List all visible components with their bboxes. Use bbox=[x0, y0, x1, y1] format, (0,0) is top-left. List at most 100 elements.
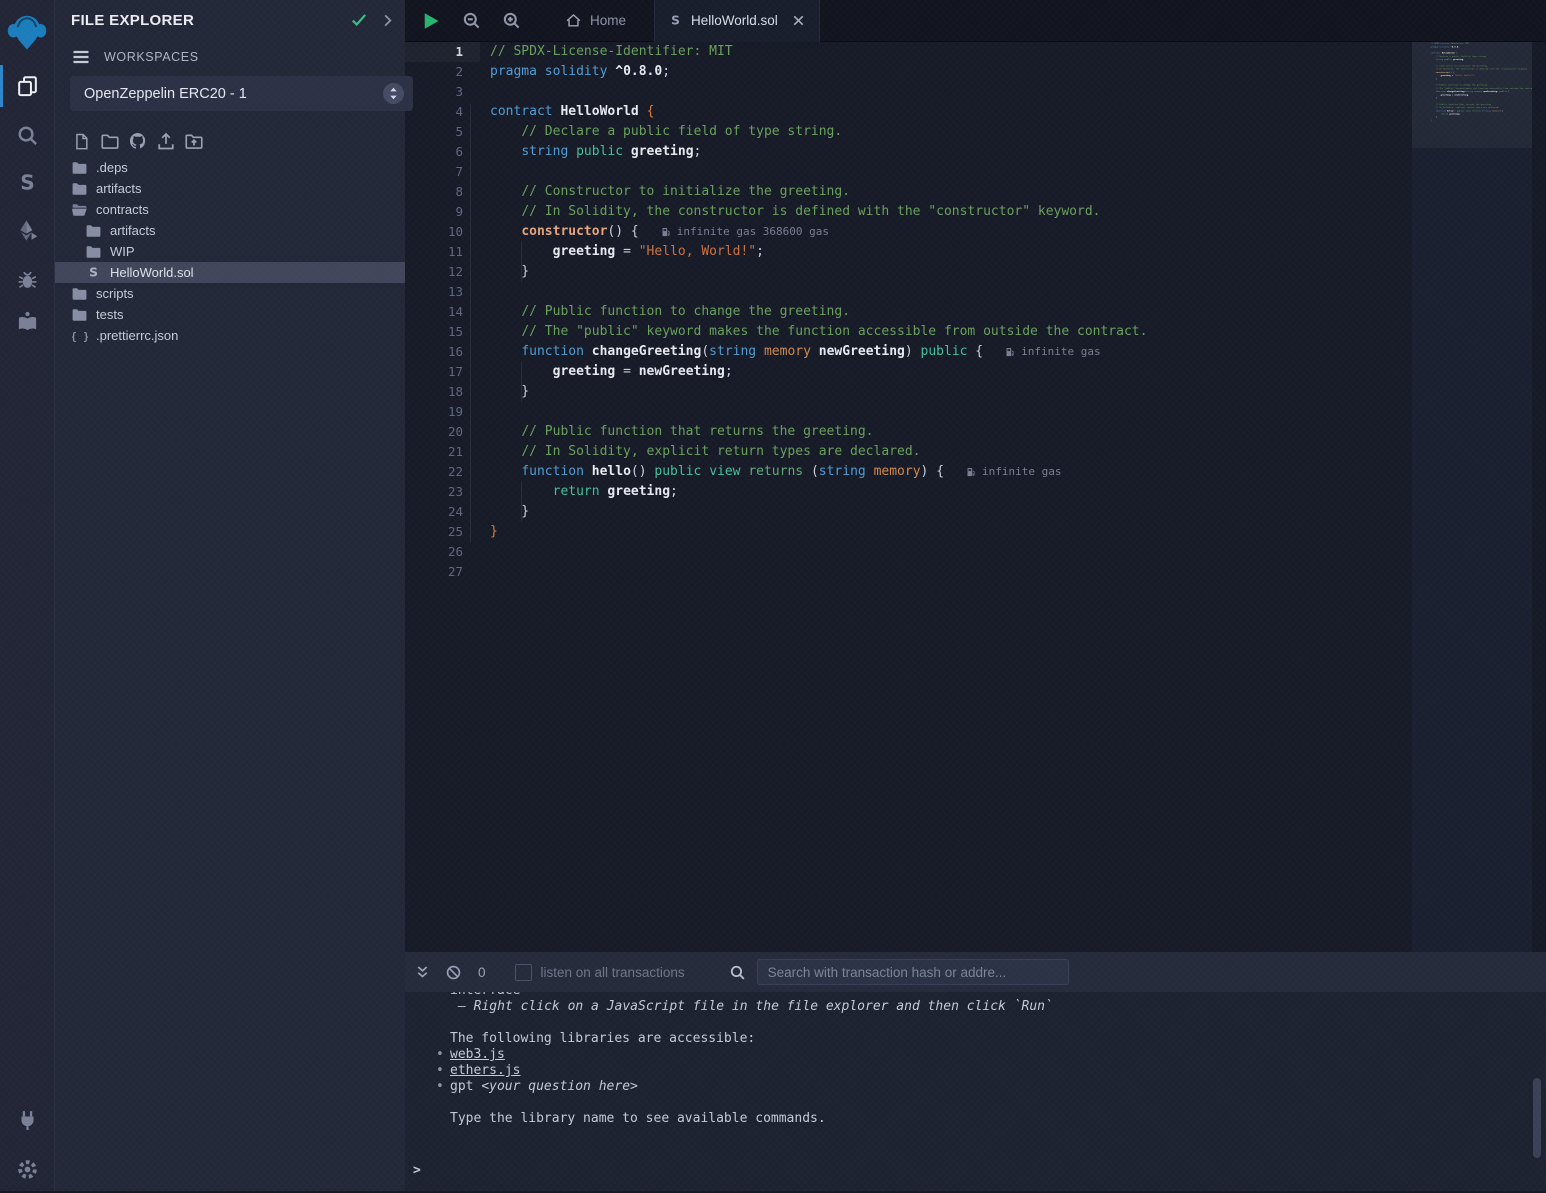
tree-item-HelloWorld.sol[interactable]: SHelloWorld.sol bbox=[55, 262, 405, 283]
tree-item-.prettierrc.json[interactable]: { }.prettierrc.json bbox=[55, 325, 405, 346]
sidebar-item-solidity-compiler[interactable]: S bbox=[0, 158, 54, 206]
code-line-16[interactable]: 16 function changeGreeting(string memory… bbox=[405, 342, 1412, 362]
terminal-link-ethers.js[interactable]: ethers.js bbox=[450, 1063, 520, 1078]
line-number[interactable]: 10 bbox=[405, 222, 463, 242]
line-number[interactable]: 1 bbox=[405, 42, 463, 62]
code-line-4[interactable]: 4contract HelloWorld { bbox=[405, 102, 1412, 122]
code-line-18[interactable]: 18 } bbox=[405, 382, 1412, 402]
line-number[interactable]: 11 bbox=[405, 242, 463, 262]
zoom-in-button[interactable] bbox=[502, 11, 521, 30]
line-number[interactable]: 21 bbox=[405, 442, 463, 462]
line-number[interactable]: 27 bbox=[405, 562, 463, 582]
code-line-12[interactable]: 12 } bbox=[405, 262, 1412, 282]
code-line-7[interactable]: 7 bbox=[405, 162, 1412, 182]
clear-console-icon[interactable] bbox=[445, 964, 462, 981]
code-line-26[interactable]: 26 bbox=[405, 542, 1412, 562]
minimap[interactable]: // SPDX-License-Identifier: MITpragma so… bbox=[1412, 42, 1532, 952]
sidebar-item-debugger[interactable] bbox=[0, 255, 54, 303]
line-number[interactable]: 26 bbox=[405, 542, 463, 562]
code-line-23[interactable]: 23 return greeting; bbox=[405, 482, 1412, 502]
code-line-2[interactable]: 2pragma solidity ^0.8.0; bbox=[405, 62, 1412, 82]
line-number[interactable]: 5 bbox=[405, 122, 463, 142]
line-number[interactable]: 9 bbox=[405, 202, 463, 222]
new-folder-button[interactable] bbox=[100, 130, 120, 152]
upload-folder-button[interactable] bbox=[184, 130, 204, 152]
gas-estimate: infinite gas 368600 gas bbox=[661, 222, 829, 242]
code-line-24[interactable]: 24 } bbox=[405, 502, 1412, 522]
sidebar-item-search[interactable] bbox=[0, 111, 54, 159]
terminal-scrollbar-thumb[interactable] bbox=[1533, 1078, 1541, 1158]
code-line-14[interactable]: 14 // Public function to change the gree… bbox=[405, 302, 1412, 322]
tree-item-artifacts[interactable]: artifacts bbox=[55, 220, 405, 241]
code-line-21[interactable]: 21 // In Solidity, explicit return types… bbox=[405, 442, 1412, 462]
code-line-9[interactable]: 9 // In Solidity, the constructor is def… bbox=[405, 202, 1412, 222]
line-number[interactable]: 13 bbox=[405, 282, 463, 302]
line-number[interactable]: 24 bbox=[405, 502, 463, 522]
code-line-8[interactable]: 8 // Constructor to initialize the greet… bbox=[405, 182, 1412, 202]
code-line-22[interactable]: 22 function hello() public view returns … bbox=[405, 462, 1412, 482]
terminal-link-web3.js[interactable]: web3.js bbox=[450, 1047, 505, 1062]
chevron-right-icon[interactable] bbox=[380, 13, 395, 28]
tree-item-.deps[interactable]: .deps bbox=[55, 157, 405, 178]
sidebar-item-plugin-manager[interactable] bbox=[0, 1096, 54, 1144]
line-number[interactable]: 22 bbox=[405, 462, 463, 482]
terminal-prompt[interactable]: > bbox=[413, 1163, 421, 1178]
code-line-19[interactable]: 19 bbox=[405, 402, 1412, 422]
tree-item-artifacts[interactable]: artifacts bbox=[55, 178, 405, 199]
line-number[interactable]: 2 bbox=[405, 62, 463, 82]
upload-file-button[interactable] bbox=[156, 130, 176, 152]
line-number[interactable]: 18 bbox=[405, 382, 463, 402]
line-number[interactable]: 12 bbox=[405, 262, 463, 282]
editor-scrollbar[interactable] bbox=[1532, 42, 1546, 952]
terminal-search-input[interactable] bbox=[757, 959, 1069, 985]
sidebar-item-settings[interactable] bbox=[0, 1145, 54, 1193]
line-number[interactable]: 20 bbox=[405, 422, 463, 442]
code-line-25[interactable]: 25} bbox=[405, 522, 1412, 542]
collapse-terminal-icon[interactable] bbox=[414, 964, 431, 981]
tree-item-label: .prettierrc.json bbox=[96, 328, 178, 343]
zoom-out-button[interactable] bbox=[462, 11, 481, 30]
tree-item-scripts[interactable]: scripts bbox=[55, 283, 405, 304]
tab-Home[interactable]: Home bbox=[551, 0, 640, 42]
sidebar-item-learneth[interactable] bbox=[0, 297, 54, 345]
line-number[interactable]: 6 bbox=[405, 142, 463, 162]
code-line-11[interactable]: 11 greeting = "Hello, World!"; bbox=[405, 242, 1412, 262]
sidebar-item-deploy-run[interactable] bbox=[0, 206, 54, 254]
code-line-5[interactable]: 5 // Declare a public field of type stri… bbox=[405, 122, 1412, 142]
sidebar-item-remix-logo[interactable] bbox=[0, 8, 54, 56]
code-line-3[interactable]: 3 bbox=[405, 82, 1412, 102]
tree-item-tests[interactable]: tests bbox=[55, 304, 405, 325]
code-line-10[interactable]: 10 constructor() {infinite gas 368600 ga… bbox=[405, 222, 1412, 242]
line-number[interactable]: 23 bbox=[405, 482, 463, 502]
line-number[interactable]: 7 bbox=[405, 162, 463, 182]
github-button[interactable] bbox=[128, 130, 148, 152]
line-number[interactable]: 15 bbox=[405, 322, 463, 342]
line-number[interactable]: 16 bbox=[405, 342, 463, 362]
code-line-17[interactable]: 17 greeting = newGreeting; bbox=[405, 362, 1412, 382]
listen-transactions-checkbox[interactable] bbox=[515, 964, 532, 981]
line-number[interactable]: 19 bbox=[405, 402, 463, 422]
run-play-button[interactable] bbox=[421, 11, 441, 31]
line-number[interactable]: 3 bbox=[405, 82, 463, 102]
sidebar-item-file-explorer[interactable] bbox=[0, 62, 54, 110]
tab-HelloWorld.sol[interactable]: SHelloWorld.sol bbox=[654, 0, 820, 42]
line-number[interactable]: 14 bbox=[405, 302, 463, 322]
tree-item-contracts[interactable]: contracts bbox=[55, 199, 405, 220]
line-number[interactable]: 17 bbox=[405, 362, 463, 382]
code-line-6[interactable]: 6 string public greeting; bbox=[405, 142, 1412, 162]
line-number[interactable]: 4 bbox=[405, 102, 463, 122]
new-file-button[interactable] bbox=[72, 130, 92, 152]
workspace-select[interactable]: OpenZeppelin ERC20 - 1 bbox=[70, 76, 413, 111]
line-number[interactable]: 25 bbox=[405, 522, 463, 542]
code-line-13[interactable]: 13 bbox=[405, 282, 1412, 302]
code-line-20[interactable]: 20 // Public function that returns the g… bbox=[405, 422, 1412, 442]
code-line-15[interactable]: 15 // The "public" keyword makes the fun… bbox=[405, 322, 1412, 342]
close-tab-icon[interactable] bbox=[791, 13, 806, 28]
chevron-right-icon bbox=[380, 13, 395, 28]
hamburger-icon[interactable] bbox=[71, 47, 91, 67]
tree-item-WIP[interactable]: WIP bbox=[55, 241, 405, 262]
code-line-27[interactable]: 27 bbox=[405, 562, 1412, 582]
code-line-1[interactable]: 1// SPDX-License-Identifier: MIT bbox=[405, 42, 1412, 62]
file-explorer-icon bbox=[16, 75, 39, 98]
line-number[interactable]: 8 bbox=[405, 182, 463, 202]
